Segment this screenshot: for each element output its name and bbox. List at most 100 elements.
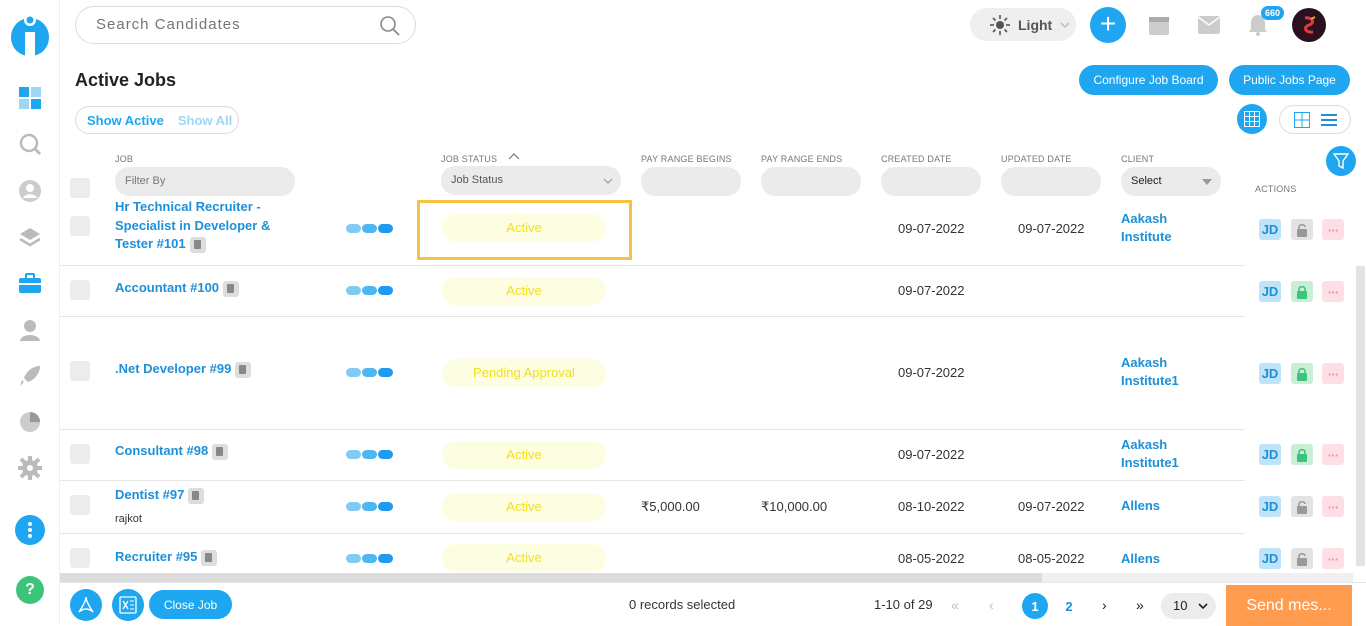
search-icon[interactable] xyxy=(379,15,401,37)
first-page-button[interactable]: « xyxy=(951,597,959,613)
theme-toggle[interactable]: Light xyxy=(970,8,1076,41)
list-view-icon[interactable] xyxy=(1320,113,1337,126)
document-icon[interactable] xyxy=(223,280,240,297)
public-jobs-page-button[interactable]: Public Jobs Page xyxy=(1229,65,1350,95)
lock-button[interactable] xyxy=(1291,444,1313,465)
page-1-button[interactable]: 1 xyxy=(1022,593,1048,619)
dashboard-icon[interactable] xyxy=(18,86,42,110)
user-avatar[interactable] xyxy=(1292,8,1326,42)
pay-begins-filter[interactable] xyxy=(641,167,741,196)
job-description-button[interactable]: JD xyxy=(1259,496,1281,517)
more-actions-button[interactable]: ··· xyxy=(1322,496,1344,517)
client-link[interactable]: Aakash Institute xyxy=(1121,210,1201,246)
job-description-button[interactable]: JD xyxy=(1259,281,1281,302)
layers-icon[interactable] xyxy=(18,225,42,249)
table-row[interactable]: Hr Technical Recruiter - Specialist in D… xyxy=(60,196,1344,266)
mail-icon[interactable] xyxy=(1198,16,1220,34)
export-pdf-button[interactable] xyxy=(70,589,102,621)
export-excel-button[interactable] xyxy=(112,589,144,621)
column-header-created[interactable]: Created Date xyxy=(881,154,952,164)
users-icon[interactable] xyxy=(18,318,42,342)
jobs-briefcase-icon[interactable] xyxy=(18,271,42,295)
more-actions-button[interactable]: ··· xyxy=(1322,363,1344,384)
table-row[interactable]: Recruiter #95 Active 08-05-2022 08-05-20… xyxy=(60,534,1344,574)
show-all-option[interactable]: Show All xyxy=(164,113,232,128)
prev-page-button[interactable]: ‹ xyxy=(989,597,994,613)
select-all-checkbox[interactable] xyxy=(70,178,90,198)
next-page-button[interactable]: › xyxy=(1102,597,1107,613)
row-checkbox[interactable] xyxy=(70,495,90,515)
more-actions-button[interactable]: ··· xyxy=(1322,444,1344,465)
client-link[interactable]: Allens xyxy=(1121,550,1201,568)
lock-button[interactable] xyxy=(1291,363,1313,384)
client-select[interactable]: Select xyxy=(1121,167,1221,196)
configure-job-board-button[interactable]: Configure Job Board xyxy=(1079,65,1218,95)
document-icon[interactable] xyxy=(188,487,205,504)
rocket-icon[interactable] xyxy=(18,364,42,388)
search-box[interactable] xyxy=(75,6,416,44)
client-link[interactable]: Allens xyxy=(1121,497,1201,515)
column-header-job[interactable]: Job xyxy=(115,154,133,164)
candidates-icon[interactable] xyxy=(18,179,42,203)
row-checkbox[interactable] xyxy=(70,280,90,300)
help-icon[interactable]: ? xyxy=(16,576,44,604)
horizontal-scrollbar[interactable] xyxy=(60,573,1353,582)
settings-gear-icon[interactable] xyxy=(18,456,42,480)
grid-view-button[interactable] xyxy=(1237,104,1267,134)
job-filter-input[interactable]: Filter By xyxy=(115,167,295,196)
sort-asc-icon[interactable] xyxy=(508,153,520,160)
search-input[interactable] xyxy=(96,16,376,33)
updated-date-filter[interactable] xyxy=(1001,167,1101,196)
job-title-link[interactable]: Accountant #100 xyxy=(115,279,335,298)
brand-logo-icon[interactable] xyxy=(9,10,51,56)
job-title-link[interactable]: Recruiter #95 xyxy=(115,548,335,567)
more-actions-button[interactable]: ··· xyxy=(1322,281,1344,302)
unlock-button[interactable] xyxy=(1291,548,1313,569)
row-checkbox[interactable] xyxy=(70,444,90,464)
table-row[interactable]: Dentist #97 rajkot Active ₹5,000.00 ₹10,… xyxy=(60,481,1344,534)
row-checkbox[interactable] xyxy=(70,361,90,381)
unlock-button[interactable] xyxy=(1291,496,1313,517)
last-page-button[interactable]: » xyxy=(1136,597,1144,613)
row-checkbox[interactable] xyxy=(70,216,90,236)
close-job-button[interactable]: Close Job xyxy=(149,590,232,619)
job-title-link[interactable]: .Net Developer #99 xyxy=(115,360,335,379)
job-description-button[interactable]: JD xyxy=(1259,219,1281,240)
reports-pie-icon[interactable] xyxy=(18,410,42,434)
search-nav-icon[interactable] xyxy=(18,132,42,156)
scrollbar-thumb[interactable] xyxy=(60,573,1042,582)
document-icon[interactable] xyxy=(212,443,229,460)
send-message-button[interactable]: Send mes... xyxy=(1226,585,1352,626)
client-link[interactable]: Aakash Institute1 xyxy=(1121,436,1201,472)
document-icon[interactable] xyxy=(235,361,252,378)
column-header-client[interactable]: Client xyxy=(1121,154,1154,164)
job-title-link[interactable]: Consultant #98 xyxy=(115,442,335,461)
job-status-select[interactable]: Job Status xyxy=(441,166,621,195)
card-view-icon[interactable] xyxy=(1293,111,1310,128)
more-actions-button[interactable]: ··· xyxy=(1322,548,1344,569)
table-row[interactable]: .Net Developer #99 Pending Approval 09-0… xyxy=(60,317,1344,430)
pay-ends-filter[interactable] xyxy=(761,167,861,196)
unlock-button[interactable] xyxy=(1291,219,1313,240)
add-new-button[interactable]: + xyxy=(1090,7,1126,43)
created-date-filter[interactable] xyxy=(881,167,981,196)
filter-button[interactable] xyxy=(1326,146,1356,176)
per-page-select[interactable]: 10 xyxy=(1161,593,1216,619)
calendar-icon[interactable] xyxy=(1148,14,1170,36)
column-header-pay-ends[interactable]: Pay Range Ends xyxy=(761,154,842,164)
document-icon[interactable] xyxy=(201,549,218,566)
job-description-button[interactable]: JD xyxy=(1259,444,1281,465)
page-2-button[interactable]: 2 xyxy=(1056,593,1082,619)
client-link[interactable]: Aakash Institute1 xyxy=(1121,354,1201,390)
show-active-option[interactable]: Show Active xyxy=(76,113,164,128)
column-header-job-status[interactable]: Job Status xyxy=(441,154,497,164)
job-description-button[interactable]: JD xyxy=(1259,548,1281,569)
more-actions-button[interactable]: ··· xyxy=(1322,219,1344,240)
vertical-scrollbar[interactable] xyxy=(1356,266,1365,566)
table-row[interactable]: Accountant #100 Active 09-07-2022 JD ··· xyxy=(60,266,1344,317)
more-menu-icon[interactable] xyxy=(15,515,45,545)
job-title-link[interactable]: Hr Technical Recruiter - Specialist in D… xyxy=(115,198,275,254)
column-header-updated[interactable]: Updated Date xyxy=(1001,154,1072,164)
table-row[interactable]: Consultant #98 Active 09-07-2022 Aakash … xyxy=(60,430,1344,481)
document-icon[interactable] xyxy=(189,236,206,253)
